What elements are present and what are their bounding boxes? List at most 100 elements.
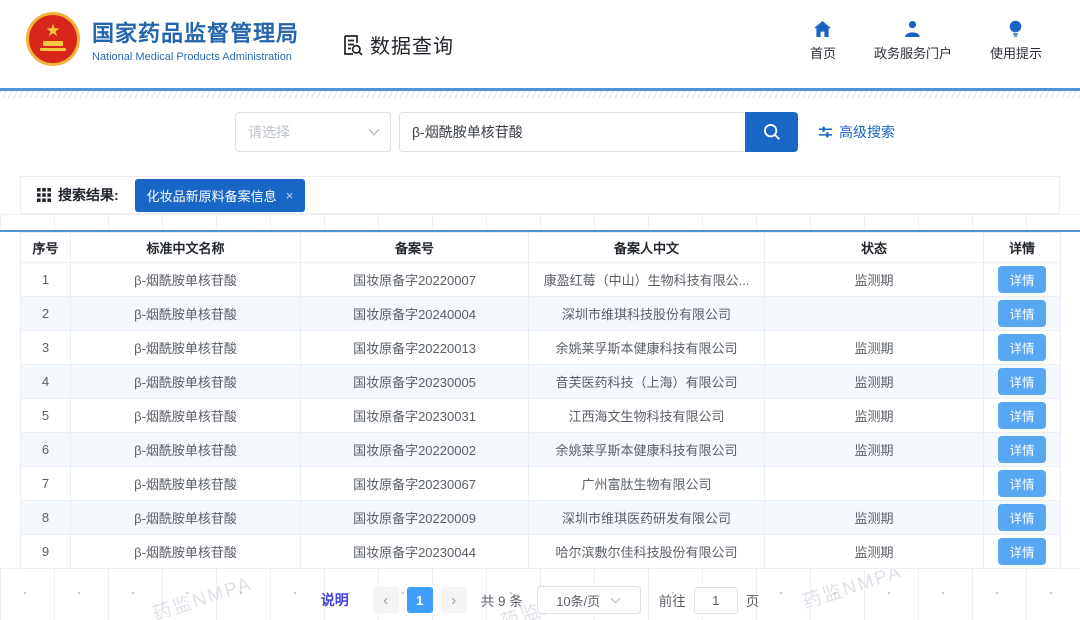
- table-row: 1 β-烟酰胺单核苷酸 国妆原备字20220007 康盈红莓（中山）生物科技有限…: [20, 262, 1061, 297]
- cell-reg-no: 国妆原备字20220009: [300, 500, 529, 535]
- chevron-left-icon: ‹: [383, 591, 389, 609]
- cell-applicant: 深圳市维琪医药研发有限公司: [528, 500, 765, 535]
- results-label: 搜索结果:: [58, 187, 119, 203]
- col-applicant: 备案人中文: [528, 232, 765, 263]
- brand: ★ 国家药品监督管理局 National Medical Products Ad…: [26, 12, 299, 66]
- cell-reg-no: 国妆原备字20220013: [300, 330, 529, 365]
- app-title: 数据查询: [340, 30, 454, 59]
- note-link[interactable]: 说明: [321, 590, 349, 610]
- cell-name: β-烟酰胺单核苷酸: [70, 466, 301, 501]
- detail-button[interactable]: 详情: [998, 504, 1046, 531]
- cell-applicant: 广州富肽生物有限公司: [528, 466, 765, 501]
- site-header: ★ 国家药品监督管理局 National Medical Products Ad…: [0, 0, 1080, 88]
- cell-status: 监测期: [764, 534, 984, 569]
- cell-reg-no: 国妆原备字20230031: [300, 398, 529, 433]
- brand-text: 国家药品监督管理局 National Medical Products Admi…: [92, 16, 299, 63]
- page-1-button[interactable]: 1: [406, 587, 433, 613]
- cell-name: β-烟酰胺单核苷酸: [70, 534, 301, 569]
- col-reg-no: 备案号: [300, 232, 529, 263]
- cell-applicant: 音芙医药科技（上海）有限公司: [528, 364, 765, 399]
- cell-name: β-烟酰胺单核苷酸: [70, 398, 301, 433]
- emblem-gate-icon: [43, 41, 63, 46]
- cell-index: 7: [20, 466, 71, 501]
- advanced-search-label: 高级搜索: [839, 124, 895, 140]
- total-count-label: 共 9 条: [480, 594, 523, 609]
- results-table-wrap: 序号 标准中文名称 备案号 备案人中文 状态 详情 1 β-烟酰胺单核苷酸 国妆…: [20, 232, 1061, 569]
- cell-reg-no: 国妆原备字20230044: [300, 534, 529, 569]
- cell-index: 6: [20, 432, 71, 467]
- tag-close-icon[interactable]: ×: [286, 189, 294, 202]
- filter-sliders-icon: [818, 126, 833, 138]
- goto-page-input[interactable]: [693, 586, 738, 614]
- prev-page-button[interactable]: ‹: [372, 587, 399, 613]
- cell-applicant: 余姚莱孚斯本健康科技有限公司: [528, 432, 765, 467]
- search-bar: 请选择 高级搜索: [235, 112, 895, 152]
- cell-name: β-烟酰胺单核苷酸: [70, 432, 301, 467]
- detail-button[interactable]: 详情: [998, 436, 1046, 463]
- cell-name: β-烟酰胺单核苷酸: [70, 262, 301, 297]
- detail-button[interactable]: 详情: [998, 538, 1046, 565]
- cell-reg-no: 国妆原备字20220007: [300, 262, 529, 297]
- search-button[interactable]: [745, 112, 798, 152]
- cell-reg-no: 国妆原备字20230067: [300, 466, 529, 501]
- cell-status: 监测期: [764, 262, 984, 297]
- detail-button[interactable]: 详情: [998, 368, 1046, 395]
- chevron-right-icon: ›: [451, 591, 457, 609]
- cell-status: [764, 296, 984, 331]
- search-input[interactable]: [399, 112, 745, 152]
- cell-index: 3: [20, 330, 71, 365]
- pagination: 说明 ‹ 1 › 共 9 条 10条/页 前往 页: [0, 586, 1080, 614]
- cell-status: 监测期: [764, 432, 984, 467]
- advanced-search-link[interactable]: 高级搜索: [818, 122, 895, 142]
- category-select[interactable]: 请选择: [235, 112, 391, 152]
- user-icon: [905, 21, 921, 37]
- search-icon: [763, 123, 780, 140]
- goto-page-group: 前往 页: [658, 586, 759, 614]
- cell-reg-no: 国妆原备字20230005: [300, 364, 529, 399]
- table-row: 9 β-烟酰胺单核苷酸 国妆原备字20230044 哈尔滨敷尔佳科技股份有限公司…: [20, 534, 1061, 569]
- brand-subtitle: National Medical Products Administration: [92, 50, 292, 63]
- result-tag-label: 化妆品新原料备案信息: [146, 188, 277, 204]
- results-table: 序号 标准中文名称 备案号 备案人中文 状态 详情 1 β-烟酰胺单核苷酸 国妆…: [20, 232, 1061, 569]
- cell-applicant: 余姚莱孚斯本健康科技有限公司: [528, 330, 765, 365]
- grid-icon: [37, 188, 51, 202]
- cell-name: β-烟酰胺单核苷酸: [70, 296, 301, 331]
- cell-index: 4: [20, 364, 71, 399]
- national-emblem-logo: ★: [26, 12, 80, 66]
- next-page-button[interactable]: ›: [440, 587, 467, 613]
- cell-name: β-烟酰胺单核苷酸: [70, 330, 301, 365]
- table-row: 6 β-烟酰胺单核苷酸 国妆原备字20220002 余姚莱孚斯本健康科技有限公司…: [20, 432, 1061, 467]
- nav-home-label: 首页: [809, 46, 836, 61]
- nav-tips[interactable]: 使用提示: [990, 20, 1042, 62]
- chevron-down-icon: [610, 597, 621, 604]
- table-row: 2 β-烟酰胺单核苷酸 国妆原备字20240004 深圳市维琪科技股份有限公司 …: [20, 296, 1061, 331]
- detail-button[interactable]: 详情: [998, 334, 1046, 361]
- cell-status: [764, 466, 984, 501]
- detail-button[interactable]: 详情: [998, 470, 1046, 497]
- cell-status: 监测期: [764, 330, 984, 365]
- detail-button[interactable]: 详情: [998, 402, 1046, 429]
- cell-status: 监测期: [764, 398, 984, 433]
- top-nav: 首页 政务服务门户 使用提示: [810, 20, 1042, 62]
- brand-title: 国家药品监督管理局: [92, 20, 300, 46]
- cell-applicant: 哈尔滨敷尔佳科技股份有限公司: [528, 534, 765, 569]
- nav-home[interactable]: 首页: [810, 20, 836, 62]
- table-header-row: 序号 标准中文名称 备案号 备案人中文 状态 详情: [20, 232, 1061, 263]
- page-size-select[interactable]: 10条/页: [536, 586, 641, 614]
- nav-portal-label: 政务服务门户: [873, 46, 952, 61]
- detail-button[interactable]: 详情: [998, 266, 1046, 293]
- cell-reg-no: 国妆原备字20240004: [300, 296, 529, 331]
- detail-button[interactable]: 详情: [998, 300, 1046, 327]
- result-filter-tag[interactable]: 化妆品新原料备案信息 ×: [134, 178, 306, 212]
- cell-name: β-烟酰胺单核苷酸: [70, 500, 301, 535]
- cell-index: 1: [20, 262, 71, 297]
- nav-portal[interactable]: 政务服务门户: [874, 20, 952, 62]
- results-bar: 搜索结果: 化妆品新原料备案信息 ×: [20, 176, 1060, 214]
- table-row: 8 β-烟酰胺单核苷酸 国妆原备字20220009 深圳市维琪医药研发有限公司 …: [20, 500, 1061, 535]
- category-select-placeholder: 请选择: [248, 124, 290, 140]
- app-title-label: 数据查询: [370, 36, 454, 58]
- chevron-down-icon: [368, 128, 380, 136]
- cell-status: 监测期: [764, 364, 984, 399]
- goto-label: 前往: [658, 594, 686, 609]
- cell-applicant: 江西海文生物科技有限公司: [528, 398, 765, 433]
